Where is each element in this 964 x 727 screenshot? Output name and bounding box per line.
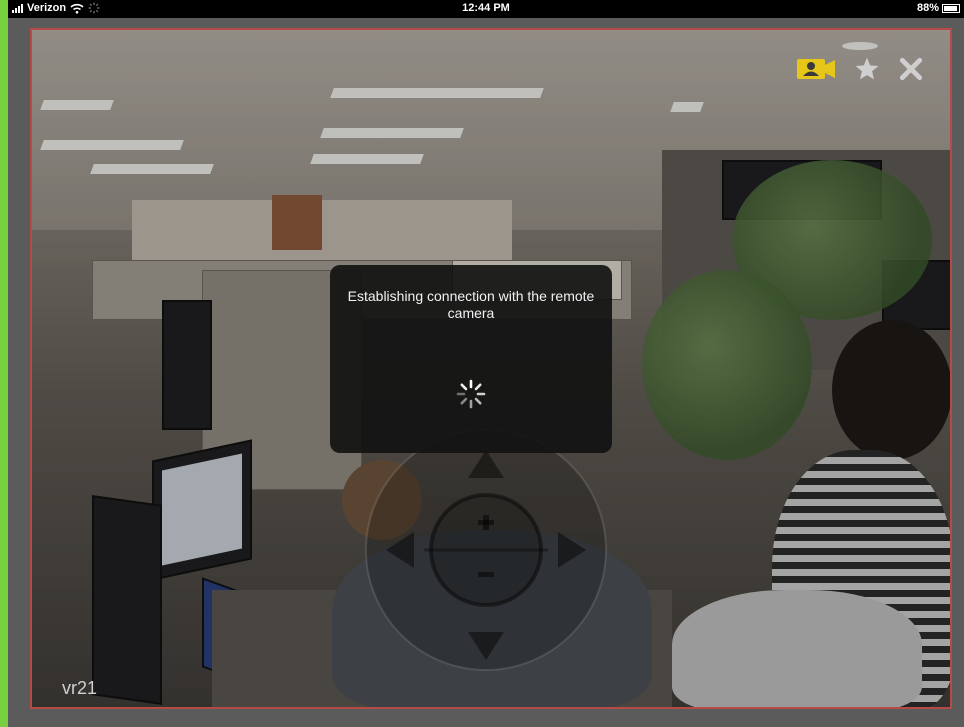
- connection-dialog: Establishing connection with the remote …: [330, 265, 612, 453]
- app-container: vr21 Establishing connection with the re…: [8, 18, 964, 727]
- connection-message: Establishing connection with the remote …: [347, 288, 595, 321]
- minus-icon[interactable]: [478, 572, 494, 577]
- status-bar: Verizon 12:44 PM 88%: [8, 0, 964, 18]
- star-icon[interactable]: [854, 56, 880, 82]
- spinner-icon: [456, 379, 486, 409]
- camera-id-label: vr21: [62, 678, 98, 698]
- ptz-joystick[interactable]: [364, 422, 608, 682]
- video-camera-person-icon[interactable]: [796, 57, 836, 81]
- status-right: 88%: [917, 2, 960, 14]
- status-time: 12:44 PM: [462, 2, 510, 14]
- close-icon[interactable]: [898, 56, 924, 82]
- battery-percent: 88%: [916, 2, 939, 14]
- battery-icon: [942, 3, 960, 13]
- camera-toolbar: [796, 56, 924, 82]
